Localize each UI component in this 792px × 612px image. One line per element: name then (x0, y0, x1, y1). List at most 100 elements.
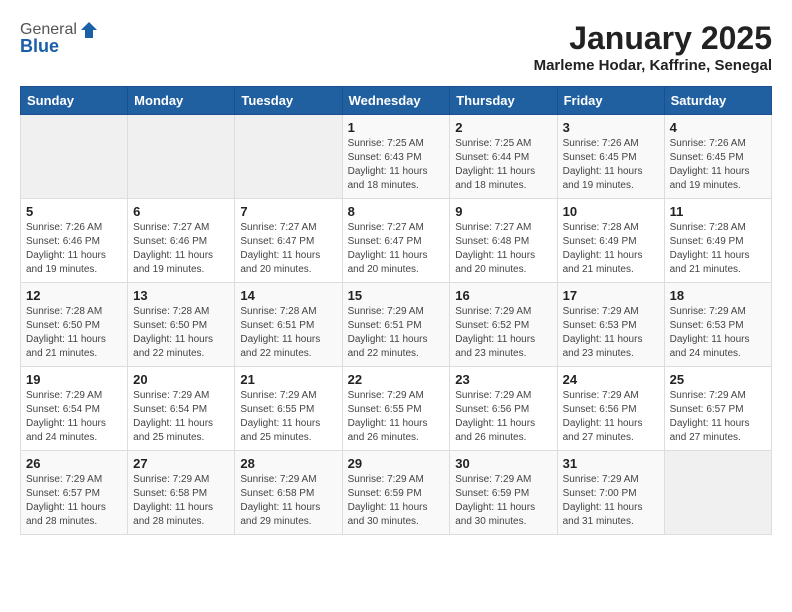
calendar-week-3: 12 Sunrise: 7:28 AM Sunset: 6:50 PM Dayli… (21, 283, 772, 367)
calendar-cell: 8 Sunrise: 7:27 AM Sunset: 6:47 PM Daylig… (342, 199, 450, 283)
column-header-tuesday: Tuesday (235, 87, 342, 115)
column-header-sunday: Sunday (21, 87, 128, 115)
day-number: 14 (240, 288, 336, 303)
day-number: 25 (670, 372, 766, 387)
day-info: Sunrise: 7:28 AM Sunset: 6:49 PM Dayligh… (670, 221, 766, 277)
day-info: Sunrise: 7:28 AM Sunset: 6:51 PM Dayligh… (240, 305, 336, 361)
calendar-cell: 10 Sunrise: 7:28 AM Sunset: 6:49 PM Dayli… (557, 199, 664, 283)
day-number: 12 (26, 288, 122, 303)
calendar-cell: 18Sunrise: 7:29 AM Sunset: 6:53 PM Dayli… (664, 283, 771, 367)
calendar-cell: 17Sunrise: 7:29 AM Sunset: 6:53 PM Dayli… (557, 283, 664, 367)
day-info: Sunrise: 7:26 AM Sunset: 6:45 PM Dayligh… (563, 137, 659, 193)
calendar-cell: 22 Sunrise: 7:29 AM Sunset: 6:55 PM Dayli… (342, 367, 450, 451)
day-number: 4 (670, 120, 766, 135)
day-number: 24 (563, 372, 659, 387)
calendar-cell: 29 Sunrise: 7:29 AM Sunset: 6:59 PM Dayli… (342, 451, 450, 535)
calendar-cell: 28 Sunrise: 7:29 AM Sunset: 6:58 PM Dayli… (235, 451, 342, 535)
day-info: Sunrise: 7:29 AM Sunset: 6:51 PM Dayligh… (348, 305, 445, 361)
day-number: 10 (563, 204, 659, 219)
day-info: Sunrise: 7:29 AM Sunset: 6:52 PM Dayligh… (455, 305, 551, 361)
calendar-week-2: 5Sunrise: 7:26 AM Sunset: 6:46 PM Daylig… (21, 199, 772, 283)
day-info: Sunrise: 7:27 AM Sunset: 6:46 PM Dayligh… (133, 221, 229, 277)
column-header-wednesday: Wednesday (342, 87, 450, 115)
calendar-cell: 1 Sunrise: 7:25 AM Sunset: 6:43 PM Daylig… (342, 115, 450, 199)
calendar-cell: 9Sunrise: 7:27 AM Sunset: 6:48 PM Daylig… (450, 199, 557, 283)
logo: General Blue (20, 20, 99, 57)
calendar-cell: 13 Sunrise: 7:28 AM Sunset: 6:50 PM Dayli… (128, 283, 235, 367)
day-number: 8 (348, 204, 445, 219)
calendar-cell: 4 Sunrise: 7:26 AM Sunset: 6:45 PM Daylig… (664, 115, 771, 199)
day-info: Sunrise: 7:29 AM Sunset: 6:53 PM Dayligh… (563, 305, 659, 361)
day-number: 15 (348, 288, 445, 303)
day-info: Sunrise: 7:29 AM Sunset: 6:58 PM Dayligh… (240, 473, 336, 529)
calendar-cell: 21Sunrise: 7:29 AM Sunset: 6:55 PM Dayli… (235, 367, 342, 451)
calendar-cell: 3 Sunrise: 7:26 AM Sunset: 6:45 PM Daylig… (557, 115, 664, 199)
location-subtitle: Marleme Hodar, Kaffrine, Senegal (534, 57, 772, 74)
day-info: Sunrise: 7:26 AM Sunset: 6:45 PM Dayligh… (670, 137, 766, 193)
calendar-cell: 15 Sunrise: 7:29 AM Sunset: 6:51 PM Dayli… (342, 283, 450, 367)
day-info: Sunrise: 7:29 AM Sunset: 6:55 PM Dayligh… (348, 389, 445, 445)
logo-icon (79, 20, 99, 40)
day-number: 27 (133, 456, 229, 471)
calendar-week-5: 26 Sunrise: 7:29 AM Sunset: 6:57 PM Dayli… (21, 451, 772, 535)
day-number: 21 (240, 372, 336, 387)
day-info: Sunrise: 7:29 AM Sunset: 6:54 PM Dayligh… (133, 389, 229, 445)
column-header-monday: Monday (128, 87, 235, 115)
calendar-cell: 11Sunrise: 7:28 AM Sunset: 6:49 PM Dayli… (664, 199, 771, 283)
day-info: Sunrise: 7:28 AM Sunset: 6:49 PM Dayligh… (563, 221, 659, 277)
day-number: 1 (348, 120, 445, 135)
column-header-saturday: Saturday (664, 87, 771, 115)
day-info: Sunrise: 7:27 AM Sunset: 6:47 PM Dayligh… (240, 221, 336, 277)
day-info: Sunrise: 7:29 AM Sunset: 6:56 PM Dayligh… (455, 389, 551, 445)
day-info: Sunrise: 7:29 AM Sunset: 6:57 PM Dayligh… (26, 473, 122, 529)
day-number: 30 (455, 456, 551, 471)
day-info: Sunrise: 7:29 AM Sunset: 6:53 PM Dayligh… (670, 305, 766, 361)
calendar-cell: 24Sunrise: 7:29 AM Sunset: 6:56 PM Dayli… (557, 367, 664, 451)
calendar-header-row: SundayMondayTuesdayWednesdayThursdayFrid… (21, 87, 772, 115)
day-info: Sunrise: 7:27 AM Sunset: 6:48 PM Dayligh… (455, 221, 551, 277)
calendar-cell: 2Sunrise: 7:25 AM Sunset: 6:44 PM Daylig… (450, 115, 557, 199)
title-section: January 2025 Marleme Hodar, Kaffrine, Se… (534, 20, 772, 74)
day-info: Sunrise: 7:29 AM Sunset: 6:59 PM Dayligh… (348, 473, 445, 529)
calendar-cell: 26 Sunrise: 7:29 AM Sunset: 6:57 PM Dayli… (21, 451, 128, 535)
day-number: 3 (563, 120, 659, 135)
calendar-cell: 31 Sunrise: 7:29 AM Sunset: 7:00 PM Dayli… (557, 451, 664, 535)
day-info: Sunrise: 7:26 AM Sunset: 6:46 PM Dayligh… (26, 221, 122, 277)
calendar-cell: 7 Sunrise: 7:27 AM Sunset: 6:47 PM Daylig… (235, 199, 342, 283)
calendar-cell: 27Sunrise: 7:29 AM Sunset: 6:58 PM Dayli… (128, 451, 235, 535)
day-number: 26 (26, 456, 122, 471)
day-number: 16 (455, 288, 551, 303)
page-header: General Blue January 2025 Marleme Hodar,… (20, 20, 772, 74)
day-number: 7 (240, 204, 336, 219)
day-number: 19 (26, 372, 122, 387)
calendar-cell: 16 Sunrise: 7:29 AM Sunset: 6:52 PM Dayli… (450, 283, 557, 367)
calendar-table: SundayMondayTuesdayWednesdayThursdayFrid… (20, 86, 772, 535)
calendar-cell (235, 115, 342, 199)
day-number: 13 (133, 288, 229, 303)
calendar-cell: 30 Sunrise: 7:29 AM Sunset: 6:59 PM Dayli… (450, 451, 557, 535)
calendar-cell: 14 Sunrise: 7:28 AM Sunset: 6:51 PM Dayli… (235, 283, 342, 367)
day-info: Sunrise: 7:29 AM Sunset: 6:59 PM Dayligh… (455, 473, 551, 529)
day-number: 22 (348, 372, 445, 387)
day-info: Sunrise: 7:28 AM Sunset: 6:50 PM Dayligh… (133, 305, 229, 361)
day-info: Sunrise: 7:29 AM Sunset: 7:00 PM Dayligh… (563, 473, 659, 529)
day-number: 20 (133, 372, 229, 387)
month-title: January 2025 (534, 20, 772, 57)
calendar-cell: 19 Sunrise: 7:29 AM Sunset: 6:54 PM Dayli… (21, 367, 128, 451)
day-info: Sunrise: 7:25 AM Sunset: 6:43 PM Dayligh… (348, 137, 445, 193)
calendar-cell: 20 Sunrise: 7:29 AM Sunset: 6:54 PM Dayli… (128, 367, 235, 451)
calendar-week-1: 1 Sunrise: 7:25 AM Sunset: 6:43 PM Daylig… (21, 115, 772, 199)
day-info: Sunrise: 7:29 AM Sunset: 6:57 PM Dayligh… (670, 389, 766, 445)
day-number: 23 (455, 372, 551, 387)
day-number: 29 (348, 456, 445, 471)
day-number: 28 (240, 456, 336, 471)
calendar-cell (21, 115, 128, 199)
calendar-cell: 25 Sunrise: 7:29 AM Sunset: 6:57 PM Dayli… (664, 367, 771, 451)
column-header-friday: Friday (557, 87, 664, 115)
day-info: Sunrise: 7:29 AM Sunset: 6:54 PM Dayligh… (26, 389, 122, 445)
calendar-cell: 6Sunrise: 7:27 AM Sunset: 6:46 PM Daylig… (128, 199, 235, 283)
calendar-cell (664, 451, 771, 535)
day-number: 2 (455, 120, 551, 135)
day-number: 31 (563, 456, 659, 471)
day-info: Sunrise: 7:27 AM Sunset: 6:47 PM Dayligh… (348, 221, 445, 277)
